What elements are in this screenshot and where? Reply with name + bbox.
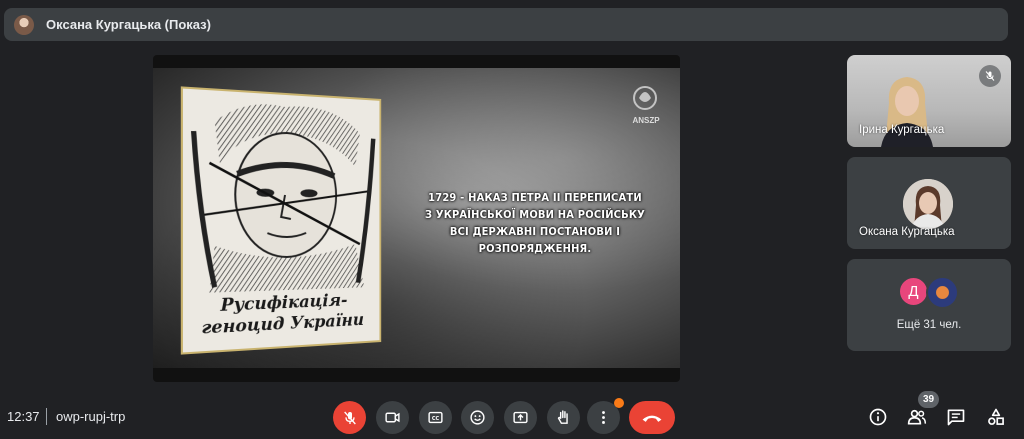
notification-dot bbox=[614, 398, 624, 408]
participant-initial-avatar: Д bbox=[898, 276, 929, 307]
participant-name: Ірина Кургацька bbox=[859, 124, 944, 136]
more-participants-avatars: Д bbox=[898, 276, 959, 309]
people-count-badge: 39 bbox=[918, 391, 939, 408]
captions-button[interactable]: CC bbox=[419, 401, 452, 434]
captions-icon: CC bbox=[427, 409, 444, 426]
info-icon bbox=[868, 407, 888, 427]
presenter-name: Оксана Кургацька (Показ) bbox=[46, 17, 211, 32]
present-screen-button[interactable] bbox=[504, 401, 537, 434]
activities-icon bbox=[986, 407, 1006, 427]
activities-button[interactable] bbox=[983, 404, 1009, 430]
call-end-icon bbox=[641, 411, 663, 425]
poster-image: Русифікація- геноцид України bbox=[181, 86, 381, 354]
caption-line: ВСІ ДЕРЖАВНІ ПОСТАНОВИ І РОЗПОРЯДЖЕННЯ. bbox=[405, 223, 665, 257]
avatar-image bbox=[903, 179, 953, 229]
bottom-toolbar: 12:37 owp-rupj-trp CC 39 bbox=[0, 396, 1024, 439]
caption-line: З УКРАЇНСЬКОЇ МОВИ НА РОСІЙСЬКУ bbox=[405, 206, 665, 223]
mic-off-icon bbox=[984, 70, 996, 82]
people-icon bbox=[907, 407, 927, 427]
participant-logo-avatar bbox=[926, 276, 959, 309]
svg-text:CC: CC bbox=[432, 416, 440, 422]
camera-toggle-button[interactable] bbox=[376, 401, 409, 434]
channel-logo-text: ANSZP bbox=[629, 116, 663, 125]
emoji-reaction-button[interactable] bbox=[461, 401, 494, 434]
hand-icon bbox=[555, 409, 572, 426]
meeting-code[interactable]: owp-rupj-trp bbox=[56, 409, 125, 424]
raise-hand-button[interactable] bbox=[547, 401, 580, 434]
participant-avatar bbox=[903, 179, 953, 229]
mic-off-icon bbox=[342, 410, 358, 426]
presenter-avatar bbox=[14, 15, 34, 35]
camera-icon bbox=[384, 409, 401, 426]
participant-name: Оксана Кургацька bbox=[859, 226, 955, 238]
participant-tile-iryna[interactable]: Ірина Кургацька bbox=[847, 55, 1011, 147]
chat-button[interactable] bbox=[943, 404, 969, 430]
chat-icon bbox=[946, 407, 966, 427]
meeting-info-button[interactable] bbox=[865, 404, 891, 430]
leave-call-button[interactable] bbox=[629, 401, 675, 434]
presentation-video: Русифікація- геноцид України ANSZP 1729 … bbox=[153, 68, 680, 368]
more-vert-icon bbox=[595, 409, 612, 426]
more-participants-label: Ещё 31 чел. bbox=[847, 319, 1011, 331]
caption-line: 1729 - НАКАЗ ПЕТРА II ПЕРЕПИСАТИ bbox=[405, 189, 665, 206]
meeting-time: 12:37 bbox=[7, 409, 40, 424]
presentation-stage[interactable]: Русифікація- геноцид України ANSZP 1729 … bbox=[153, 55, 680, 382]
present-icon bbox=[512, 409, 529, 426]
presenter-bar: Оксана Кургацька (Показ) bbox=[4, 8, 1008, 41]
emoji-icon bbox=[469, 409, 486, 426]
divider bbox=[46, 408, 47, 425]
participant-tile-oksana[interactable]: Оксана Кургацька bbox=[847, 157, 1011, 249]
mic-toggle-button[interactable] bbox=[333, 401, 366, 434]
mic-off-badge bbox=[979, 65, 1001, 87]
slide-caption: 1729 - НАКАЗ ПЕТРА II ПЕРЕПИСАТИ З УКРАЇ… bbox=[405, 189, 665, 257]
more-participants-tile[interactable]: Д Ещё 31 чел. bbox=[847, 259, 1011, 351]
